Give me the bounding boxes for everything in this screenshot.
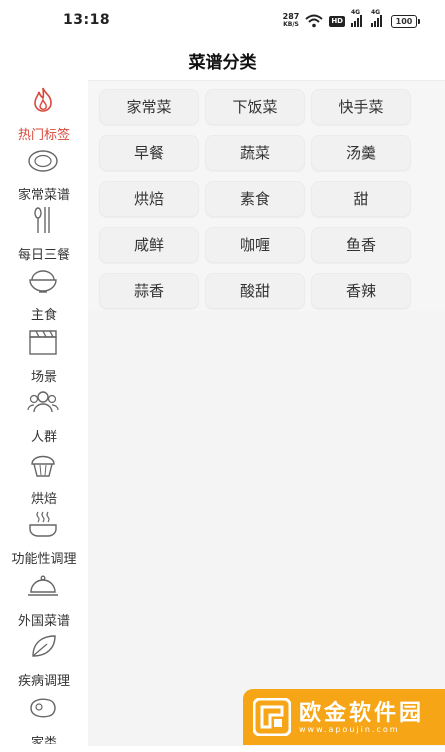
meat-icon — [30, 698, 56, 718]
watermark: 欧金软件园 www.apoujin.com — [243, 689, 445, 745]
status-time: 13:18 — [63, 12, 111, 28]
tag-button[interactable]: 汤羹 — [311, 135, 411, 171]
tag-button[interactable]: 烘焙 — [99, 181, 199, 217]
tag-button[interactable]: 香辣 — [311, 273, 411, 309]
tag-panel: 家常菜 下饭菜 快手菜 早餐 蔬菜 汤羹 烘焙 素食 甜 咸鲜 咖喱 鱼香 蒜香… — [88, 80, 445, 746]
sidebar-item-label: 家类 — [30, 736, 57, 744]
plate-icon — [28, 150, 58, 172]
tag-button[interactable]: 鱼香 — [311, 227, 411, 263]
sidebar-item-label: 烘焙 — [30, 492, 57, 507]
signal-icon-1: 4G — [351, 9, 365, 27]
sidebar-item-meat[interactable]: 家类 — [0, 692, 88, 752]
wifi-icon — [305, 14, 323, 28]
sidebar-item-label: 主食 — [30, 308, 57, 323]
rice-bowl-icon — [29, 270, 57, 293]
sidebar-item-functional[interactable]: 功能性调理 — [0, 508, 88, 568]
sidebar-item-disease[interactable]: 疾病调理 — [0, 630, 88, 690]
tag-button[interactable]: 蒜香 — [99, 273, 199, 309]
clapperboard-icon — [29, 330, 57, 355]
sidebar-item-label: 热门标签 — [17, 128, 70, 143]
tag-button[interactable]: 下饭菜 — [205, 89, 305, 125]
category-sidebar: 热门标签 家常菜谱 每日三餐 主食 场景 人群 烘焙 功能性调理 外国菜谱 疾病… — [0, 80, 88, 745]
tag-button[interactable]: 酸甜 — [205, 273, 305, 309]
fire-icon — [34, 87, 52, 112]
sidebar-item-crowd[interactable]: 人群 — [0, 386, 88, 446]
tag-button[interactable]: 蔬菜 — [205, 135, 305, 171]
sidebar-item-home-recipes[interactable]: 家常菜谱 — [0, 144, 88, 204]
sidebar-item-scene[interactable]: 场景 — [0, 326, 88, 386]
sidebar-item-baking[interactable]: 烘焙 — [0, 448, 88, 508]
tag-button[interactable]: 甜 — [311, 181, 411, 217]
sidebar-item-label: 人群 — [30, 430, 57, 445]
cloche-icon — [28, 575, 58, 596]
tag-button[interactable]: 咖喱 — [205, 227, 305, 263]
hd-badge: HD — [329, 15, 345, 27]
signal-icon-2: 4G — [371, 9, 385, 27]
sidebar-item-label: 疾病调理 — [17, 674, 70, 689]
status-bar: 13:18 287 KB/S HD 4G 4G 100 — [0, 0, 445, 40]
header: 菜谱分类 — [0, 40, 445, 78]
tag-button[interactable]: 素食 — [205, 181, 305, 217]
people-icon — [27, 391, 59, 413]
sidebar-item-label: 功能性调理 — [11, 552, 77, 567]
network-speed: 287 KB/S — [282, 12, 300, 29]
status-icons: 287 KB/S HD 4G 4G 100 — [282, 9, 420, 30]
sidebar-item-staple[interactable]: 主食 — [0, 264, 88, 324]
tag-button[interactable]: 早餐 — [99, 135, 199, 171]
sidebar-item-label: 场景 — [30, 370, 57, 385]
watermark-logo-icon — [253, 698, 291, 736]
sidebar-item-foreign[interactable]: 外国菜谱 — [0, 570, 88, 630]
page-title: 菜谱分类 — [188, 53, 257, 73]
sidebar-item-label: 每日三餐 — [17, 248, 70, 263]
battery-icon: 100 — [391, 14, 420, 28]
sidebar-item-label: 家常菜谱 — [17, 188, 70, 203]
watermark-url: www.apoujin.com — [299, 725, 400, 734]
steaming-pot-icon — [29, 511, 57, 537]
sidebar-item-three-meals[interactable]: 每日三餐 — [0, 204, 88, 264]
sidebar-item-hot-tags[interactable]: 热门标签 — [0, 84, 88, 144]
tag-button[interactable]: 咸鲜 — [99, 227, 199, 263]
leaf-icon — [32, 635, 56, 657]
sidebar-item-label: 外国菜谱 — [17, 614, 70, 629]
utensils-icon — [34, 207, 50, 233]
watermark-text: 欧金软件园 — [299, 701, 425, 726]
tag-button[interactable]: 家常菜 — [99, 89, 199, 125]
tag-button[interactable]: 快手菜 — [311, 89, 411, 125]
muffin-icon — [31, 455, 55, 477]
